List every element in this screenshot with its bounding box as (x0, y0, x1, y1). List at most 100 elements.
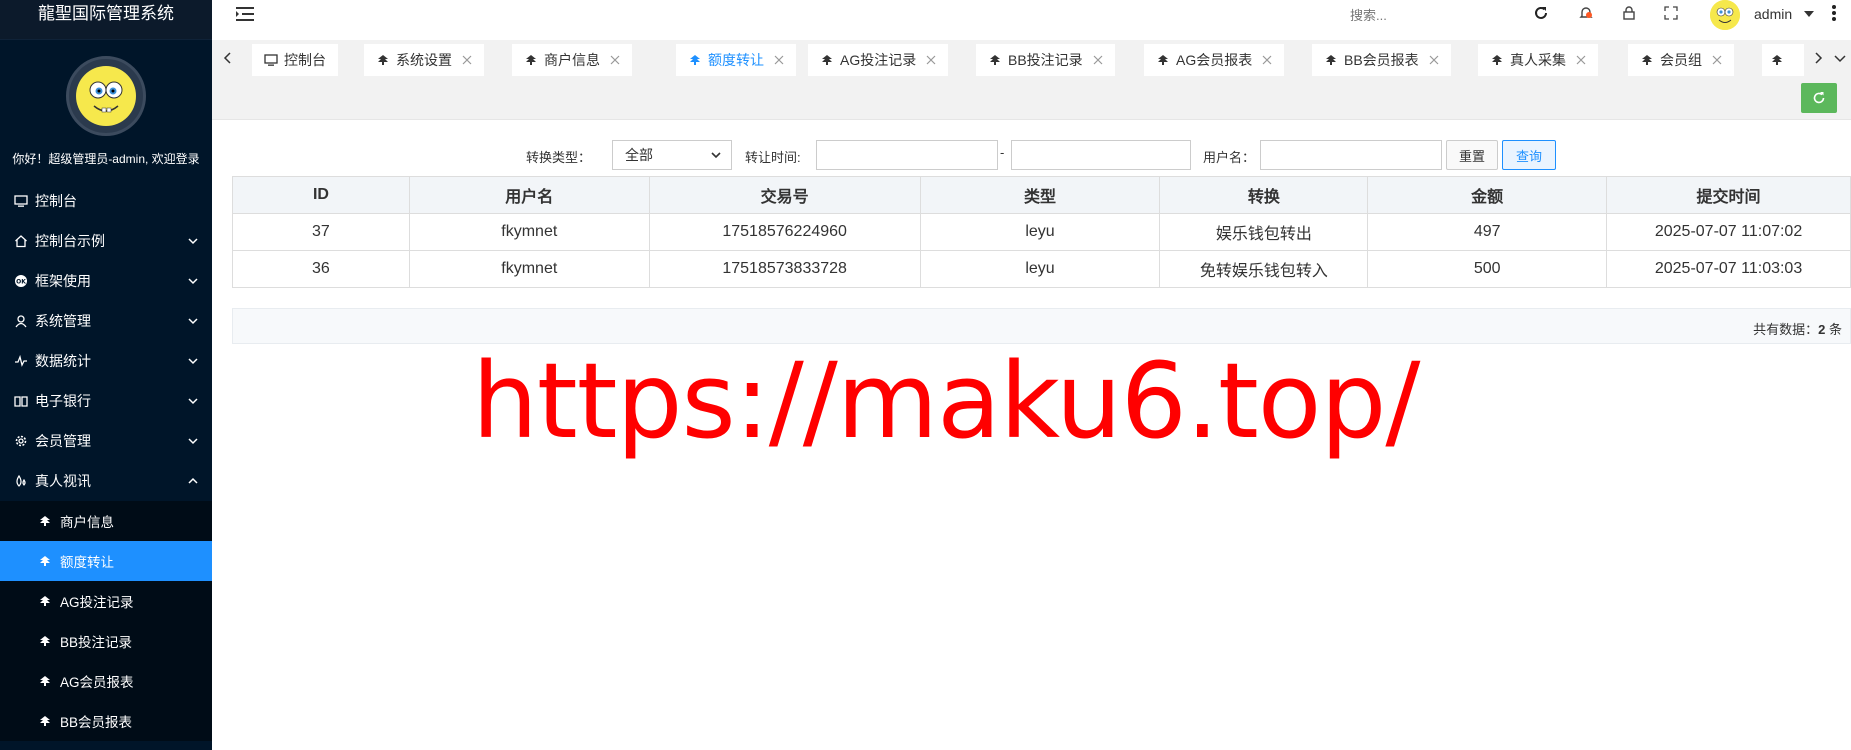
sidebar-subitem-ag-member-report[interactable]: AG会员报表 (0, 661, 212, 701)
drop-icon (12, 472, 30, 490)
tab-dashboard[interactable]: 控制台 (252, 44, 338, 76)
caret-down-icon[interactable] (1804, 11, 1814, 17)
sidebar-subitem-bb-bets[interactable]: BB投注记录 (0, 621, 212, 661)
bell-icon[interactable] (1577, 4, 1595, 22)
start-time-input[interactable] (816, 140, 998, 170)
chevron-down-icon (188, 278, 198, 285)
close-icon[interactable] (1576, 55, 1586, 65)
tab-bb-bets[interactable]: BB投注记录 (976, 44, 1115, 76)
reset-button[interactable]: 重置 (1446, 140, 1498, 170)
username-input[interactable] (1260, 140, 1442, 170)
sidebar-item-ebank[interactable]: 电子银行 (0, 381, 212, 421)
cell-transaction-no: 17518573833728 (648, 250, 921, 288)
tree-icon (38, 634, 52, 648)
sidebar-item-dashboard[interactable]: 控制台 (0, 181, 212, 221)
close-icon[interactable] (774, 55, 784, 65)
user-name[interactable]: admin (1754, 6, 1792, 22)
sidebar-item-label: 会员管理 (35, 433, 91, 449)
close-icon[interactable] (1712, 55, 1722, 65)
close-icon[interactable] (610, 55, 620, 65)
end-time-input[interactable] (1011, 140, 1191, 170)
tab-bb-member-report[interactable]: BB会员报表 (1312, 44, 1451, 76)
tab-label: BB会员报表 (1344, 52, 1419, 68)
search-button[interactable]: 查询 (1502, 140, 1556, 170)
lock-icon[interactable] (1620, 4, 1638, 22)
fullscreen-icon[interactable] (1662, 4, 1680, 22)
ok-badge-icon: OK (12, 272, 30, 290)
total-prefix: 共有数据： (1753, 322, 1819, 337)
chevron-down-icon (188, 318, 198, 325)
top-header: admin (212, 0, 1851, 32)
more-vertical-icon[interactable] (1831, 4, 1837, 22)
sidebar-subitem-bb-member-report[interactable]: BB会员报表 (0, 701, 212, 741)
tab-live-collection[interactable]: 真人采集 (1478, 44, 1598, 76)
close-icon[interactable] (1429, 55, 1439, 65)
tab-ag-bets[interactable]: AG投注记录 (808, 44, 949, 76)
filter-bar: 转换类型： 全部 转让时间: - 用户名： 重置 查询 (212, 138, 1851, 172)
transfer-time-label: 转让时间: (745, 150, 801, 165)
col-id: ID (232, 176, 410, 214)
sidebar-subitem-credit-transfer[interactable]: 额度转让 (0, 541, 212, 581)
sidebar-item-system[interactable]: 系统管理 (0, 301, 212, 341)
sidebar-item-members[interactable]: 会员管理 (0, 421, 212, 461)
tree-icon (376, 53, 390, 67)
tree-icon (38, 594, 52, 608)
tree-icon (820, 53, 834, 67)
tab-credit-transfer[interactable]: 额度转让 (676, 44, 796, 76)
tree-icon (1490, 53, 1504, 67)
sidebar-subitem-label: AG会员报表 (60, 675, 134, 690)
search-input[interactable] (1340, 2, 1510, 28)
cell-id: 37 (232, 213, 410, 251)
menu-toggle-icon[interactable] (236, 6, 254, 22)
sidebar-item-dashboard-examples[interactable]: 控制台示例 (0, 221, 212, 261)
table-row[interactable]: 36 fkymnet 17518573833728 leyu 免转娱乐钱包转入 … (232, 250, 1851, 288)
tab-system-settings[interactable]: 系统设置 (364, 44, 484, 76)
sidebar-item-framework[interactable]: OK 框架使用 (0, 261, 212, 301)
refresh-icon (1813, 92, 1825, 104)
monitor-icon (12, 192, 30, 210)
sidebar-subitem-merchant-info[interactable]: 商户信息 (0, 501, 212, 541)
chevron-down-icon (711, 152, 721, 159)
close-icon[interactable] (926, 55, 936, 65)
tab-member-group[interactable]: 会员组 (1628, 44, 1734, 76)
refresh-icon[interactable] (1532, 4, 1550, 22)
tree-icon (1156, 53, 1170, 67)
col-type: 类型 (919, 176, 1161, 214)
cell-type: leyu (919, 213, 1161, 251)
chevron-down-icon[interactable] (1832, 50, 1848, 66)
transfer-type-select[interactable]: 全部 (612, 140, 732, 170)
admin-avatar[interactable] (66, 56, 146, 136)
sidebar-item-label: 系统管理 (35, 313, 91, 329)
tab-label: BB投注记录 (1008, 52, 1083, 68)
close-icon[interactable] (462, 55, 472, 65)
tab-ag-member-report[interactable]: AG会员报表 (1144, 44, 1285, 76)
sidebar-item-live-video[interactable]: 真人视讯 (0, 461, 212, 501)
chevron-left-icon[interactable] (220, 50, 236, 66)
sidebar-item-label: 数据统计 (35, 353, 91, 369)
chevron-right-icon[interactable] (1810, 50, 1826, 66)
tab-merchant-info[interactable]: 商户信息 (512, 44, 632, 76)
user-avatar[interactable] (1710, 0, 1740, 30)
table-row[interactable]: 37 fkymnet 17518576224960 leyu 娱乐钱包转出 49… (232, 213, 1851, 251)
spongebob-avatar-icon (76, 66, 136, 126)
tab-label: AG投注记录 (840, 52, 917, 68)
sidebar-subitem-ag-bets[interactable]: AG投注记录 (0, 581, 212, 621)
total-count-text: 共有数据：2 条 (1753, 319, 1842, 338)
close-icon[interactable] (1262, 55, 1272, 65)
chevron-down-icon (188, 238, 198, 245)
transfer-table: ID 用户名 交易号 类型 转换 金额 提交时间 37 fkymnet 1751… (232, 176, 1851, 288)
page-refresh-button[interactable] (1801, 83, 1837, 113)
chevron-down-icon (188, 398, 198, 405)
tab-overflow-partial[interactable] (1762, 44, 1804, 76)
close-icon[interactable] (1093, 55, 1103, 65)
tab-label: 会员组 (1660, 52, 1702, 68)
chevron-down-icon (188, 438, 198, 445)
cell-username: fkymnet (408, 213, 650, 251)
sidebar-subitem-label: 商户信息 (60, 515, 114, 530)
cell-conversion: 娱乐钱包转出 (1159, 213, 1369, 251)
total-suffix: 条 (1825, 322, 1842, 337)
col-username: 用户名 (408, 176, 650, 214)
sidebar-subitem-label: AG投注记录 (60, 595, 134, 610)
transfer-type-value: 全部 (625, 147, 653, 163)
sidebar-item-statistics[interactable]: 数据统计 (0, 341, 212, 381)
